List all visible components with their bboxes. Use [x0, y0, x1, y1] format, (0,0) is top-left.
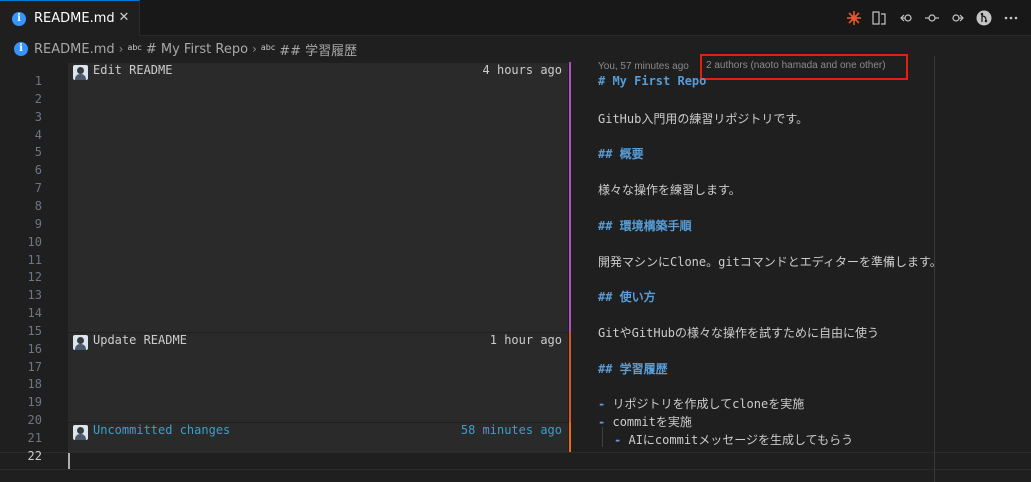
breadcrumb: i README.md › abc # My First Repo › abc … — [14, 39, 357, 59]
breadcrumb-symbol-1-label: # My First Repo — [145, 41, 249, 57]
tab-readme[interactable]: i README.md ✕ — [0, 0, 140, 36]
line-number: 11 — [27, 252, 42, 267]
code-line: - commitを実施 — [598, 413, 692, 431]
breadcrumb-symbol-2[interactable]: abc ## 学習履歴 — [261, 40, 357, 59]
code-line: ## 環境構築手順 — [598, 217, 692, 235]
close-icon[interactable]: ✕ — [116, 10, 132, 26]
list-item-text: リポジトリを作成してcloneを実施 — [612, 397, 805, 412]
line-number: 8 — [34, 198, 42, 213]
commit-icon[interactable] — [924, 10, 940, 26]
blame-heat-bar — [569, 332, 571, 422]
breadcrumb-file[interactable]: i README.md — [14, 42, 115, 57]
blame-annotations: Edit README 4 hours ago Update README 1 … — [68, 62, 568, 452]
blame-heat-bar — [569, 62, 571, 332]
code-line: ## 概要 — [598, 145, 644, 163]
blame-block[interactable]: Uncommitted changes 58 minutes ago — [68, 422, 568, 452]
blame-message: Uncommitted changes — [93, 423, 231, 437]
info-icon: i — [12, 12, 26, 26]
indent-guide — [602, 427, 603, 447]
current-line-highlight — [0, 452, 1031, 470]
code-line: - リポジトリを作成してcloneを実施 — [598, 395, 804, 413]
line-number: 10 — [27, 234, 42, 249]
list-item-text: AIにcommitメッセージを生成してもらう — [628, 433, 854, 447]
line-number: 4 — [34, 127, 42, 142]
line-number: 6 — [34, 163, 42, 178]
list-item-text: commitを実施 — [612, 415, 692, 430]
code-line: GitHub入門用の練習リポジトリです。 — [598, 111, 809, 126]
blame-time: 1 hour ago — [489, 333, 562, 347]
blame-block[interactable]: Update README 1 hour ago — [68, 332, 568, 422]
line-number: 20 — [27, 413, 42, 428]
breadcrumb-symbol-2-label: ## 学習履歴 — [279, 43, 358, 59]
blame-message: Edit README — [93, 63, 173, 77]
code-line: 開発マシンにClone。gitコマンドとエディターを準備します。 — [598, 254, 942, 269]
chevron-right-icon: › — [252, 42, 257, 56]
line-number: 16 — [27, 341, 42, 356]
code-line: - AIにcommitメッセージを生成してもらう — [614, 431, 853, 449]
markdown-heading: ## 環境構築手順 — [598, 218, 692, 233]
line-number-gutter: 1 2 3 4 5 6 7 8 9 10 11 12 13 14 15 16 17 18 19 20 21 22 — [0, 62, 62, 482]
line-number: 21 — [27, 431, 42, 445]
blame-message: Update README — [93, 333, 187, 347]
line-number: 15 — [27, 323, 42, 338]
code-line: ## 使い方 — [598, 288, 656, 306]
markdown-heading: ## 概要 — [598, 147, 644, 162]
breadcrumb-symbol-1[interactable]: abc # My First Repo — [127, 42, 248, 57]
code-line: GitやGitHubの様々な操作を試すために自由に使う — [598, 325, 880, 340]
gitlens-icon[interactable] — [976, 10, 992, 26]
line-number: 5 — [34, 145, 42, 160]
code-line: 様々な操作を練習します。 — [598, 183, 741, 198]
avatar — [73, 335, 88, 350]
line-number: 18 — [27, 377, 42, 392]
avatar — [73, 65, 88, 80]
info-icon: i — [14, 42, 28, 56]
line-number: 7 — [34, 181, 42, 196]
authors-hover-highlight[interactable]: 2 authors (naoto hamada and one other) — [700, 54, 908, 80]
blame-time: 4 hours ago — [482, 63, 562, 77]
markdown-heading: ## 使い方 — [598, 290, 656, 305]
authors-label: 2 authors (naoto hamada and one other) — [706, 60, 886, 71]
line-number: 1 — [34, 74, 42, 88]
line-number: 19 — [27, 395, 42, 410]
line-number: 14 — [27, 306, 42, 321]
string-symbol-icon: abc — [260, 42, 276, 52]
go-back-icon[interactable] — [898, 10, 914, 26]
line-number: 2 — [34, 91, 42, 106]
markdown-heading: ## 学習履歴 — [598, 361, 668, 376]
line-number: 17 — [27, 359, 42, 374]
line-number: 22 — [27, 448, 42, 463]
markdown-heading: # My First Repo — [598, 74, 707, 88]
editor[interactable]: 1 2 3 4 5 6 7 8 9 10 11 12 13 14 15 16 17 18 19 20 21 22 Edit… — [0, 54, 1031, 482]
blame-time: 58 minutes ago — [460, 423, 562, 437]
tab-bar: i README.md ✕ — [0, 0, 1031, 36]
copilot-icon[interactable] — [846, 10, 862, 26]
editor-ruler — [934, 56, 935, 482]
code-line: ## 学習履歴 — [598, 360, 668, 378]
text-cursor — [68, 453, 70, 469]
go-forward-icon[interactable] — [950, 10, 966, 26]
line-number: 12 — [27, 270, 42, 285]
open-changes-icon[interactable] — [871, 10, 887, 26]
more-actions-icon[interactable] — [1003, 10, 1019, 26]
blame-block[interactable]: Edit README 4 hours ago — [68, 62, 568, 332]
line-number: 13 — [27, 288, 42, 303]
avatar — [73, 425, 88, 440]
tab-label: README.md — [34, 11, 115, 26]
line-number: 9 — [34, 216, 42, 231]
code-line: # My First Repo — [598, 74, 706, 92]
blame-heat-bar — [569, 422, 571, 452]
breadcrumb-file-label: README.md — [34, 41, 115, 57]
line-number: 3 — [34, 109, 42, 124]
chevron-right-icon: › — [118, 42, 124, 56]
string-symbol-icon: abc — [127, 42, 142, 52]
